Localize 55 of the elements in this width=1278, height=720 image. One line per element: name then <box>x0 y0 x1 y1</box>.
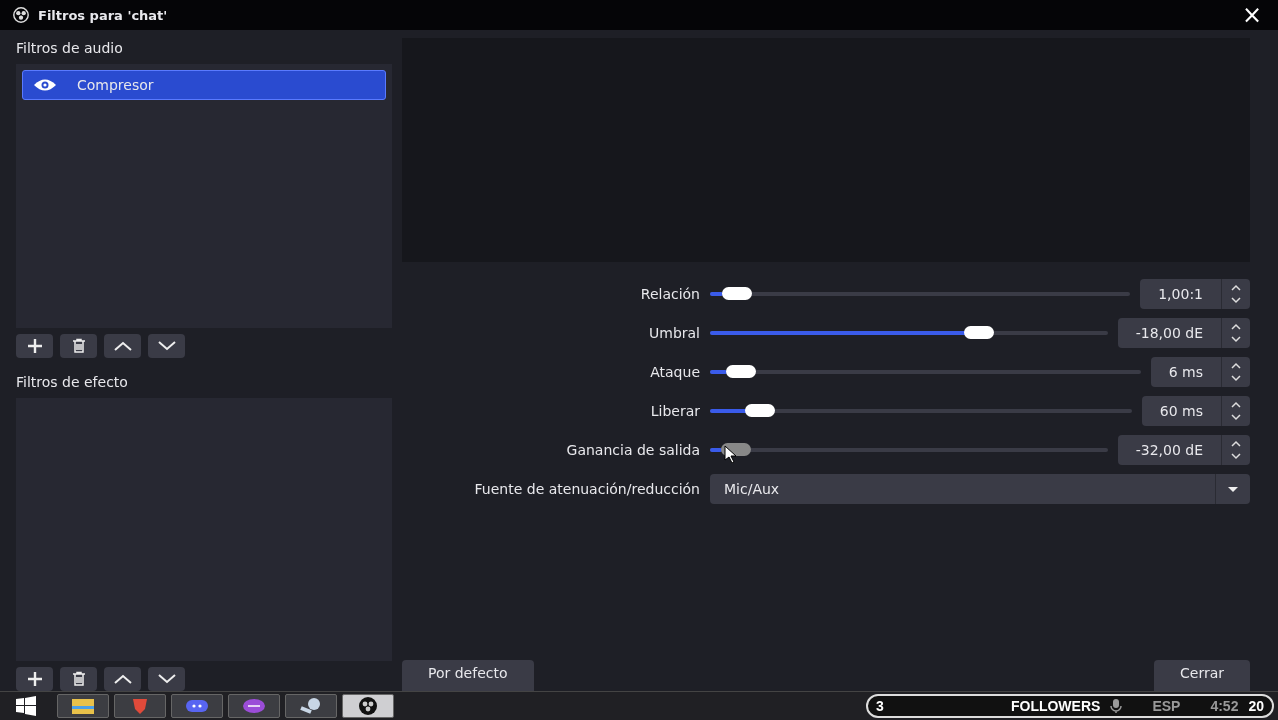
close-dialog-button[interactable]: Cerrar <box>1154 660 1250 691</box>
trash-icon <box>70 671 87 687</box>
close-button[interactable]: × <box>1237 3 1266 27</box>
stepper-icon <box>1230 283 1242 305</box>
section-heading: Filtros de efecto <box>16 373 129 390</box>
chevron-down-icon <box>157 340 176 351</box>
add-button[interactable] <box>16 333 53 358</box>
property-label: Liberar <box>649 403 700 419</box>
filter-item[interactable]: Compresor <box>22 70 386 100</box>
add-button[interactable] <box>16 667 53 691</box>
window-title: Filtros para 'chat' <box>38 7 168 23</box>
delete-button[interactable] <box>60 333 97 358</box>
move-up-button[interactable] <box>104 333 141 358</box>
section-heading: Filtros de audio <box>16 40 124 56</box>
slider[interactable] <box>710 326 1108 340</box>
clock-time: 4:52 <box>1210 698 1239 714</box>
folder-app-icon[interactable] <box>57 694 109 718</box>
number-spinbox[interactable]: -32,00 dE <box>1117 435 1250 465</box>
move-down-button[interactable] <box>148 333 185 358</box>
delete-button[interactable] <box>60 667 97 691</box>
move-down-button[interactable] <box>148 667 185 691</box>
stepper-icon <box>1230 439 1242 461</box>
property-label: Ataque <box>649 364 700 380</box>
property-label: Fuente de atenuación/reducción <box>473 481 700 497</box>
language-indicator: ESP <box>1152 698 1181 714</box>
property-label: Ganancia de salida <box>565 442 700 458</box>
stepper-icon <box>1230 322 1242 344</box>
stepper-icon <box>1230 400 1242 422</box>
slider[interactable] <box>710 287 1131 301</box>
property-label: Umbral <box>648 325 700 341</box>
number-spinbox[interactable]: -18,00 dE <box>1117 318 1250 348</box>
slider[interactable] <box>710 404 1132 418</box>
slider[interactable] <box>710 365 1141 379</box>
microphone-icon <box>1110 698 1123 714</box>
chevron-up-icon <box>113 340 132 351</box>
dropdown[interactable]: Mic/Aux <box>710 474 1250 504</box>
number-label: 20 <box>1248 698 1264 714</box>
stepper-icon <box>1230 361 1242 383</box>
move-up-button[interactable] <box>104 667 141 691</box>
followers-label: FOLLOWERS <box>1010 698 1101 714</box>
property-label: Relación <box>639 286 700 302</box>
chevron-up-icon <box>113 674 132 684</box>
plus-icon <box>26 671 43 687</box>
trash-icon <box>70 337 87 354</box>
number-spinbox[interactable]: 60 ms <box>1141 396 1250 426</box>
eye-icon[interactable] <box>33 78 57 92</box>
number-spinbox[interactable]: 6 ms <box>1150 357 1250 387</box>
chevron-down-icon <box>157 674 176 684</box>
follower-count: 3 <box>876 698 884 714</box>
number-spinbox[interactable]: 1,00:1 <box>1140 279 1250 309</box>
defaults-button[interactable]: Por defecto <box>402 660 534 691</box>
cursor-icon <box>724 445 736 463</box>
app-logo-icon <box>12 6 30 24</box>
caret-icon <box>1227 485 1239 493</box>
plus-icon <box>26 337 43 354</box>
